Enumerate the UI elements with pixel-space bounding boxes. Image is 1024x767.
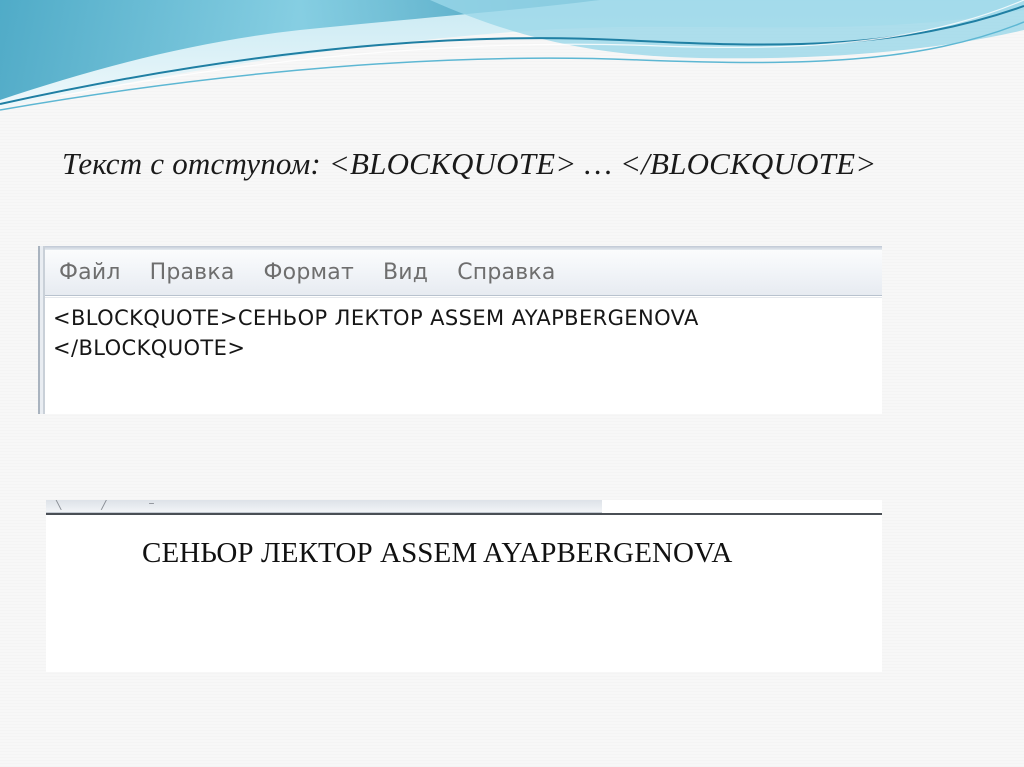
menu-format[interactable]: Формат: [264, 260, 354, 285]
menu-help[interactable]: Справка: [457, 260, 555, 285]
browser-toolbar-strip: ╲╱–: [46, 500, 602, 513]
toolbar-partial-icons: ╲╱–: [54, 500, 195, 510]
menu-view[interactable]: Вид: [383, 260, 428, 285]
decorative-wave-header: [0, 0, 1024, 111]
notepad-text-area[interactable]: <BLOCKQUOTE>СЕНЬОР ЛЕКТОР ASSEM AYAPBERG…: [45, 297, 882, 414]
notepad-menubar: Файл Правка Формат Вид Справка: [45, 250, 882, 296]
editor-line-2: </BLOCKQUOTE>: [53, 336, 246, 360]
notepad-screenshot: Файл Правка Формат Вид Справка <BLOCKQUO…: [38, 246, 882, 414]
browser-render-screenshot: ╲╱– СЕНЬОР ЛЕКТОР ASSEM AYAPBERGENOVA: [46, 500, 882, 672]
menu-file[interactable]: Файл: [59, 260, 121, 285]
menu-edit[interactable]: Правка: [150, 260, 235, 285]
slide-title: Текст с отступом: <BLOCKQUOTE> … </BLOCK…: [62, 146, 877, 181]
browser-page: СЕНЬОР ЛЕКТОР ASSEM AYAPBERGENOVA: [46, 515, 882, 672]
rendered-blockquote-text: СЕНЬОР ЛЕКТОР ASSEM AYAPBERGENOVA: [142, 537, 733, 569]
notepad-window-frame: [38, 246, 45, 414]
editor-line-1: <BLOCKQUOTE>СЕНЬОР ЛЕКТОР ASSEM AYAPBERG…: [53, 306, 699, 330]
